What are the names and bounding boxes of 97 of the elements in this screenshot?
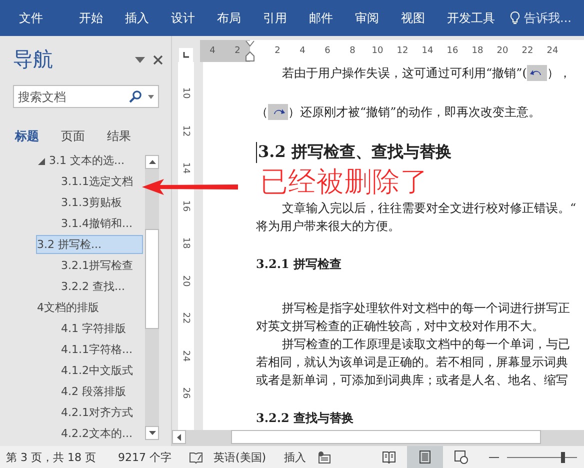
ribbon-tab[interactable]: 开发工具 [436, 0, 506, 36]
ruler-number: 16 [180, 200, 192, 212]
heading-item[interactable]: 4.2.2文本的... [58, 424, 143, 443]
pane-tab[interactable]: 结果 [107, 128, 131, 145]
ruler-number: 4 [210, 46, 216, 56]
ruler-number: 20 [180, 274, 192, 286]
ruler-number: 24 [180, 350, 192, 362]
page-count[interactable]: 第 3 页，共 18 页 [6, 450, 96, 464]
subsection-heading: 3.2.2 查找与替换 [256, 410, 355, 427]
scroll-left-icon [177, 434, 181, 440]
document-text: 若相同，就认为该单词是正确的。若不相同，屏幕显示词典 [256, 354, 568, 371]
document-text: 拼写检查的工作原理是读取文档中的每一个单词，与已 [282, 336, 570, 353]
ribbon-tab[interactable]: 插入 [114, 0, 160, 36]
ribbon-tab[interactable]: 视图 [390, 0, 436, 36]
ribbon-tab[interactable]: 审阅 [344, 0, 390, 36]
document-text: 或者是新单词，可添加到词典库；或者是人名、地名、缩写 [256, 372, 568, 389]
ruler-number: 20 [496, 46, 510, 56]
subsection-heading: 3.2.1 拼写检查 [256, 256, 343, 273]
undo-icon [526, 65, 547, 81]
pane-title: 导航 [13, 46, 54, 73]
ruler-number: 14 [180, 162, 192, 174]
dropdown-icon[interactable] [135, 56, 145, 62]
language-label[interactable]: 英语(美国) [213, 450, 266, 464]
heading-item[interactable]: 3.1.3剪贴板 [58, 193, 143, 212]
document-text: ）还原刚才被“撤销”的动作，即再次改变主意。 [288, 104, 540, 121]
document-text: 文章输入完以后，往往需要对全文进行校对修正错误。“ [282, 200, 576, 217]
heading-item[interactable]: 4.1.2中文版式 [58, 361, 143, 380]
ruler-number: 2 [274, 46, 282, 56]
ruler-number: 24 [546, 46, 560, 56]
ruler-number: 22 [520, 46, 534, 56]
view-button[interactable] [407, 446, 444, 468]
ribbon-tab[interactable]: 文件 [8, 0, 54, 36]
heading-item[interactable]: 3.1.1选定文档 [58, 172, 143, 191]
heading-item[interactable]: 4.2 段落排版 [58, 382, 143, 401]
heading-item[interactable]: 3.2 拼写检... [36, 235, 143, 254]
book-icon [382, 450, 396, 464]
scrollbar-thumb[interactable] [231, 430, 541, 444]
tell-me-text: 告诉我... [524, 10, 572, 26]
lightbulb-icon [510, 11, 520, 25]
indent-marker-icon[interactable] [245, 40, 255, 62]
heading-item[interactable]: 3.2.2 查找... [58, 277, 143, 296]
pane-tab[interactable]: 页面 [61, 128, 85, 145]
ruler-number: 16 [446, 46, 460, 56]
section-heading: 3.2 拼写检查、查找与替换 [256, 142, 584, 163]
collapse-icon[interactable] [37, 156, 45, 164]
scrollbar-thumb[interactable] [145, 229, 159, 329]
tab-stop-icon[interactable] [179, 48, 193, 62]
dropdown-icon[interactable] [148, 94, 154, 98]
ruler-number: 12 [396, 46, 410, 56]
proofing-icon[interactable] [189, 450, 204, 464]
heading-item[interactable]: 4.1 字符排版 [58, 319, 143, 338]
word-count[interactable]: 9217 个字 [118, 450, 172, 464]
pane-tab[interactable]: 标题 [15, 128, 39, 145]
ruler-number: 12 [180, 124, 192, 136]
search-icon[interactable] [129, 90, 142, 103]
heading-item[interactable]: 4.1.1字符格... [58, 340, 143, 359]
ribbon-tab[interactable]: 设计 [160, 0, 206, 36]
ruler-number: 2 [234, 46, 240, 56]
ribbon-tab[interactable]: 开始 [68, 0, 114, 36]
heading-item[interactable]: 4.2.1对齐方式 [58, 403, 143, 422]
ruler-number: 18 [470, 46, 484, 56]
document-text: 拼写检是指字处理软件对文档中的每一个词进行拼写正 [282, 300, 570, 317]
zoom-thumb[interactable] [561, 452, 566, 462]
ruler-number: 6 [324, 46, 332, 56]
scrollbar[interactable] [145, 155, 159, 440]
document-text: （ [256, 104, 268, 121]
heading-item[interactable]: 3.1 文本的选... [36, 153, 143, 170]
ruler-number: 8 [348, 46, 356, 56]
page-icon [418, 450, 432, 464]
scroll-left-button[interactable] [172, 430, 186, 444]
document-text: 若由于用户操作失误，这可通过可利用“撤销”( [282, 65, 527, 82]
ruler-number: 26 [180, 387, 192, 399]
heading-item[interactable]: 4文档的排版 [36, 298, 143, 317]
document-text: 对英文拼写检查的正确性较高，对中文校对作用不大。 [256, 318, 544, 335]
annotation-text: 已经被删除了 [260, 167, 428, 197]
macro-icon[interactable] [318, 450, 332, 464]
close-icon[interactable] [153, 54, 163, 64]
ruler-number: 4 [298, 46, 306, 56]
ribbon-tab[interactable]: 布局 [206, 0, 252, 36]
ruler-number: 14 [420, 46, 434, 56]
scroll-up-icon[interactable] [148, 160, 156, 164]
scroll-down-icon[interactable] [148, 431, 156, 435]
ruler-number: 10 [180, 87, 192, 99]
document-text: 将为用户带来很大的方便。 [256, 218, 400, 235]
ruler-number: 10 [370, 46, 384, 56]
insert-mode[interactable]: 插入 [284, 450, 306, 464]
tell-me-field[interactable]: 告诉我... [510, 10, 572, 26]
redo-icon [268, 104, 288, 120]
heading-item[interactable]: 3.2.1拼写检查 [58, 256, 143, 275]
heading-item[interactable]: 3.1.4撤销和... [58, 214, 143, 233]
web-page-icon [454, 450, 468, 464]
search-field[interactable]: 搜索文档 [13, 85, 159, 108]
ruler-number: 22 [180, 312, 192, 324]
ribbon-tab[interactable]: 引用 [252, 0, 298, 36]
document-text: ）， [546, 65, 571, 82]
ruler-number: 18 [180, 237, 192, 249]
ribbon-tab[interactable]: 邮件 [298, 0, 344, 36]
